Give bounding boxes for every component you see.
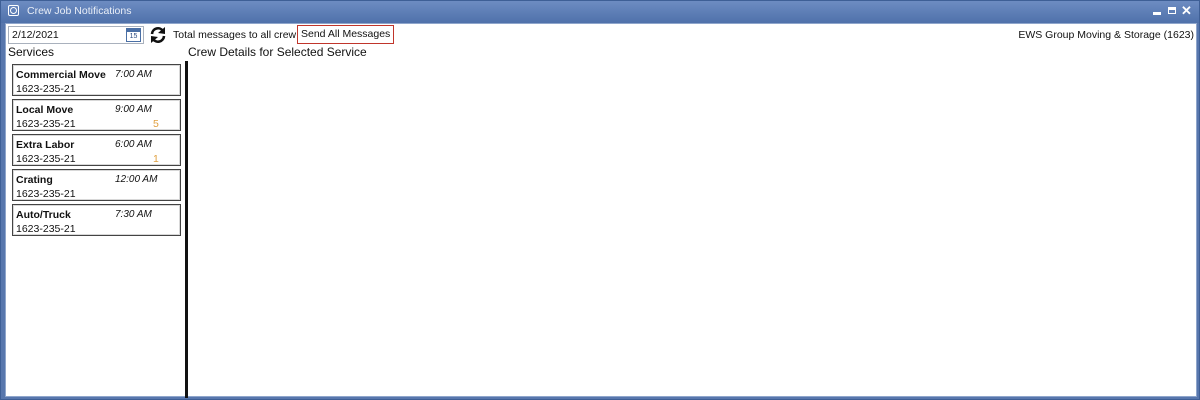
service-name: Extra Labor [16,139,75,151]
service-time: 7:30 AM [115,209,152,220]
calendar-day: 15 [129,33,138,40]
service-message-count: 5 [153,118,159,130]
service-job-number: 1623-235-21 [16,223,76,235]
service-card[interactable]: Local Move 9:00 AM 1623-235-21 5 [12,99,181,131]
crew-details-area [189,61,1194,395]
maximize-button[interactable] [1165,4,1178,17]
minimize-button[interactable] [1150,4,1163,17]
services-list: Commercial Move 7:00 AM 1623-235-21 Loca… [12,64,181,239]
service-name: Commercial Move [16,69,106,81]
service-card[interactable]: Crating 12:00 AM 1623-235-21 [12,169,181,201]
service-time: 6:00 AM [115,139,152,150]
calendar-icon[interactable]: 15 [126,28,141,42]
total-messages-label: Total messages to all crew: 6 [173,29,308,41]
service-job-number: 1623-235-21 [16,188,76,200]
app-icon [8,5,19,16]
window-title: Crew Job Notifications [27,5,132,17]
service-message-count: 1 [153,153,159,165]
panel-divider[interactable] [185,61,188,398]
service-name: Auto/Truck [16,209,71,221]
app-window: Crew Job Notifications ✕ 2/12/2021 15 To… [0,0,1200,400]
service-time: 7:00 AM [115,69,152,80]
service-job-number: 1623-235-21 [16,153,76,165]
date-picker[interactable]: 2/12/2021 15 [8,26,144,44]
service-name: Local Move [16,104,74,116]
maximize-icon [1167,7,1176,14]
title-bar[interactable]: Crew Job Notifications ✕ [1,1,1199,23]
close-button[interactable]: ✕ [1180,2,1193,18]
service-time: 9:00 AM [115,104,152,115]
close-icon: ✕ [1181,2,1192,18]
services-heading: Services [8,45,55,59]
service-card[interactable]: Extra Labor 6:00 AM 1623-235-21 1 [12,134,181,166]
minimize-icon [1152,12,1161,15]
company-label: EWS Group Moving & Storage (1623) [1018,29,1194,41]
service-time: 12:00 AM [115,174,158,185]
refresh-icon[interactable] [148,25,168,45]
service-job-number: 1623-235-21 [16,118,76,130]
crew-details-heading: Crew Details for Selected Service [188,45,367,59]
send-all-messages-button[interactable]: Send All Messages [297,25,395,44]
service-name: Crating [16,174,53,186]
date-input-value[interactable]: 2/12/2021 [12,29,59,41]
service-card[interactable]: Auto/Truck 7:30 AM 1623-235-21 [12,204,181,236]
service-card[interactable]: Commercial Move 7:00 AM 1623-235-21 [12,64,181,96]
service-job-number: 1623-235-21 [16,83,76,95]
main-panel: 2/12/2021 15 Total messages to all crew:… [5,23,1197,398]
